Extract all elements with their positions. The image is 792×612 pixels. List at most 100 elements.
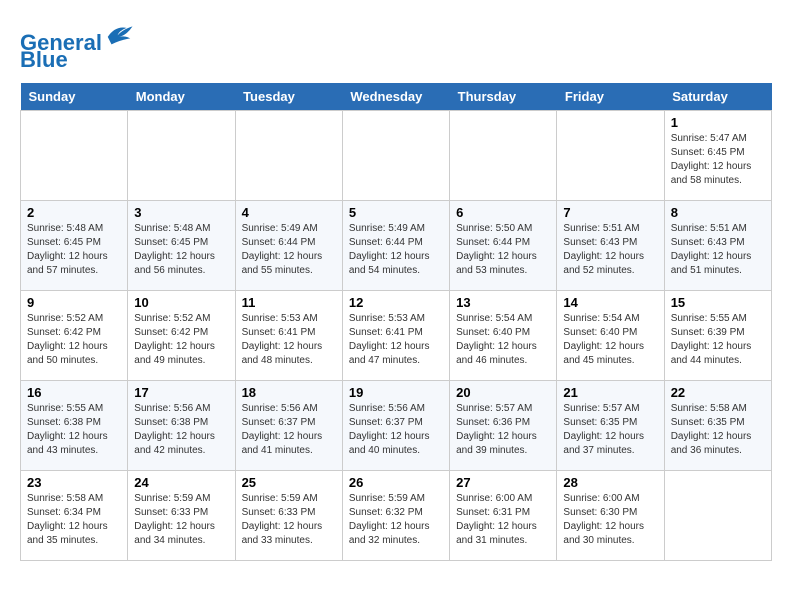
calendar-cell xyxy=(128,111,235,201)
day-info: Sunrise: 5:49 AM Sunset: 6:44 PM Dayligh… xyxy=(349,222,443,278)
calendar-cell: 26 Sunrise: 5:59 AM Sunset: 6:32 PM Dayli… xyxy=(342,471,449,561)
day-number: 2 xyxy=(27,205,121,220)
day-number: 11 xyxy=(242,295,336,310)
logo: General Blue xyxy=(20,20,134,73)
day-number: 6 xyxy=(456,205,550,220)
day-info: Sunrise: 5:56 AM Sunset: 6:37 PM Dayligh… xyxy=(242,402,336,458)
calendar-cell xyxy=(342,111,449,201)
calendar-cell: 24Sunrise: 5:59 AM Sunset: 6:33 PM Dayli… xyxy=(128,471,235,561)
day-info: Sunrise: 5:59 AM Sunset: 6:32 PM Dayligh… xyxy=(349,492,443,548)
day-info: Sunrise: 5:59 AM Sunset: 6:33 PM Dayligh… xyxy=(134,492,228,548)
day-number: 25 xyxy=(242,475,336,490)
day-number: 8 xyxy=(671,205,765,220)
day-info: Sunrise: 5:59 AM Sunset: 6:33 PM Dayligh… xyxy=(242,492,336,548)
column-header-tuesday: Tuesday xyxy=(235,83,342,111)
day-info: Sunrise: 5:56 AM Sunset: 6:37 PM Dayligh… xyxy=(349,402,443,458)
calendar-week-5: 23 Sunrise: 5:58 AM Sunset: 6:34 PM Dayli… xyxy=(21,471,772,561)
day-info: Sunrise: 5:50 AM Sunset: 6:44 PM Dayligh… xyxy=(456,222,550,278)
day-info: Sunrise: 5:51 AM Sunset: 6:43 PM Dayligh… xyxy=(563,222,657,278)
day-info: Sunrise: 5:51 AM Sunset: 6:43 PM Dayligh… xyxy=(671,222,765,278)
calendar-cell xyxy=(21,111,128,201)
day-info: Sunrise: 5:48 AM Sunset: 6:45 PM Dayligh… xyxy=(27,222,121,278)
calendar-cell: 6 Sunrise: 5:50 AM Sunset: 6:44 PM Daylig… xyxy=(450,201,557,291)
day-info: Sunrise: 5:57 AM Sunset: 6:36 PM Dayligh… xyxy=(456,402,550,458)
day-info: Sunrise: 5:53 AM Sunset: 6:41 PM Dayligh… xyxy=(349,312,443,368)
day-info: Sunrise: 6:00 AM Sunset: 6:30 PM Dayligh… xyxy=(563,492,657,548)
calendar-cell: 21Sunrise: 5:57 AM Sunset: 6:35 PM Dayli… xyxy=(557,381,664,471)
day-number: 12 xyxy=(349,295,443,310)
calendar-cell xyxy=(450,111,557,201)
day-info: Sunrise: 5:54 AM Sunset: 6:40 PM Dayligh… xyxy=(563,312,657,368)
day-number: 28 xyxy=(563,475,657,490)
calendar-table: SundayMondayTuesdayWednesdayThursdayFrid… xyxy=(20,83,772,561)
day-number: 13 xyxy=(456,295,550,310)
day-number: 23 xyxy=(27,475,121,490)
day-number: 4 xyxy=(242,205,336,220)
day-info: Sunrise: 5:48 AM Sunset: 6:45 PM Dayligh… xyxy=(134,222,228,278)
calendar-week-2: 2 Sunrise: 5:48 AM Sunset: 6:45 PM Daylig… xyxy=(21,201,772,291)
day-number: 18 xyxy=(242,385,336,400)
calendar-cell: 28 Sunrise: 6:00 AM Sunset: 6:30 PM Dayli… xyxy=(557,471,664,561)
day-number: 15 xyxy=(671,295,765,310)
day-number: 14 xyxy=(563,295,657,310)
column-header-wednesday: Wednesday xyxy=(342,83,449,111)
day-number: 26 xyxy=(349,475,443,490)
day-number: 19 xyxy=(349,385,443,400)
column-header-saturday: Saturday xyxy=(664,83,771,111)
day-number: 5 xyxy=(349,205,443,220)
calendar-week-4: 16Sunrise: 5:55 AM Sunset: 6:38 PM Dayli… xyxy=(21,381,772,471)
day-info: Sunrise: 5:52 AM Sunset: 6:42 PM Dayligh… xyxy=(27,312,121,368)
calendar-cell: 11 Sunrise: 5:53 AM Sunset: 6:41 PM Dayli… xyxy=(235,291,342,381)
calendar-cell: 12 Sunrise: 5:53 AM Sunset: 6:41 PM Dayli… xyxy=(342,291,449,381)
day-number: 27 xyxy=(456,475,550,490)
calendar-cell: 20 Sunrise: 5:57 AM Sunset: 6:36 PM Dayli… xyxy=(450,381,557,471)
calendar-cell: 9 Sunrise: 5:52 AM Sunset: 6:42 PM Daylig… xyxy=(21,291,128,381)
day-info: Sunrise: 5:49 AM Sunset: 6:44 PM Dayligh… xyxy=(242,222,336,278)
column-header-friday: Friday xyxy=(557,83,664,111)
calendar-cell: 1Sunrise: 5:47 AM Sunset: 6:45 PM Daylig… xyxy=(664,111,771,201)
calendar-cell xyxy=(557,111,664,201)
day-number: 20 xyxy=(456,385,550,400)
day-info: Sunrise: 5:58 AM Sunset: 6:34 PM Dayligh… xyxy=(27,492,121,548)
logo-bird-icon xyxy=(104,20,134,50)
calendar-cell xyxy=(235,111,342,201)
calendar-week-1: 1Sunrise: 5:47 AM Sunset: 6:45 PM Daylig… xyxy=(21,111,772,201)
day-number: 21 xyxy=(563,385,657,400)
page-header: General Blue xyxy=(20,20,772,73)
day-number: 10 xyxy=(134,295,228,310)
calendar-cell xyxy=(664,471,771,561)
column-header-monday: Monday xyxy=(128,83,235,111)
calendar-week-3: 9 Sunrise: 5:52 AM Sunset: 6:42 PM Daylig… xyxy=(21,291,772,381)
day-info: Sunrise: 5:55 AM Sunset: 6:39 PM Dayligh… xyxy=(671,312,765,368)
calendar-cell: 17 Sunrise: 5:56 AM Sunset: 6:38 PM Dayli… xyxy=(128,381,235,471)
calendar-cell: 25 Sunrise: 5:59 AM Sunset: 6:33 PM Dayli… xyxy=(235,471,342,561)
calendar-cell: 13 Sunrise: 5:54 AM Sunset: 6:40 PM Dayli… xyxy=(450,291,557,381)
calendar-cell: 16Sunrise: 5:55 AM Sunset: 6:38 PM Dayli… xyxy=(21,381,128,471)
day-info: Sunrise: 5:55 AM Sunset: 6:38 PM Dayligh… xyxy=(27,402,121,458)
calendar-cell: 18 Sunrise: 5:56 AM Sunset: 6:37 PM Dayli… xyxy=(235,381,342,471)
day-info: Sunrise: 5:54 AM Sunset: 6:40 PM Dayligh… xyxy=(456,312,550,368)
day-number: 9 xyxy=(27,295,121,310)
calendar-cell: 14 Sunrise: 5:54 AM Sunset: 6:40 PM Dayli… xyxy=(557,291,664,381)
day-info: Sunrise: 6:00 AM Sunset: 6:31 PM Dayligh… xyxy=(456,492,550,548)
calendar-cell: 7 Sunrise: 5:51 AM Sunset: 6:43 PM Daylig… xyxy=(557,201,664,291)
day-info: Sunrise: 5:52 AM Sunset: 6:42 PM Dayligh… xyxy=(134,312,228,368)
calendar-cell: 19 Sunrise: 5:56 AM Sunset: 6:37 PM Dayli… xyxy=(342,381,449,471)
calendar-header-row: SundayMondayTuesdayWednesdayThursdayFrid… xyxy=(21,83,772,111)
day-number: 3 xyxy=(134,205,228,220)
day-info: Sunrise: 5:56 AM Sunset: 6:38 PM Dayligh… xyxy=(134,402,228,458)
calendar-cell: 15 Sunrise: 5:55 AM Sunset: 6:39 PM Dayli… xyxy=(664,291,771,381)
day-number: 17 xyxy=(134,385,228,400)
day-info: Sunrise: 5:47 AM Sunset: 6:45 PM Dayligh… xyxy=(671,132,765,188)
day-info: Sunrise: 5:58 AM Sunset: 6:35 PM Dayligh… xyxy=(671,402,765,458)
column-header-thursday: Thursday xyxy=(450,83,557,111)
calendar-cell: 27 Sunrise: 6:00 AM Sunset: 6:31 PM Dayli… xyxy=(450,471,557,561)
calendar-cell: 23 Sunrise: 5:58 AM Sunset: 6:34 PM Dayli… xyxy=(21,471,128,561)
day-info: Sunrise: 5:53 AM Sunset: 6:41 PM Dayligh… xyxy=(242,312,336,368)
column-header-sunday: Sunday xyxy=(21,83,128,111)
calendar-cell: 10 Sunrise: 5:52 AM Sunset: 6:42 PM Dayli… xyxy=(128,291,235,381)
calendar-cell: 4 Sunrise: 5:49 AM Sunset: 6:44 PM Daylig… xyxy=(235,201,342,291)
calendar-cell: 2 Sunrise: 5:48 AM Sunset: 6:45 PM Daylig… xyxy=(21,201,128,291)
calendar-cell: 22Sunrise: 5:58 AM Sunset: 6:35 PM Dayli… xyxy=(664,381,771,471)
day-number: 7 xyxy=(563,205,657,220)
